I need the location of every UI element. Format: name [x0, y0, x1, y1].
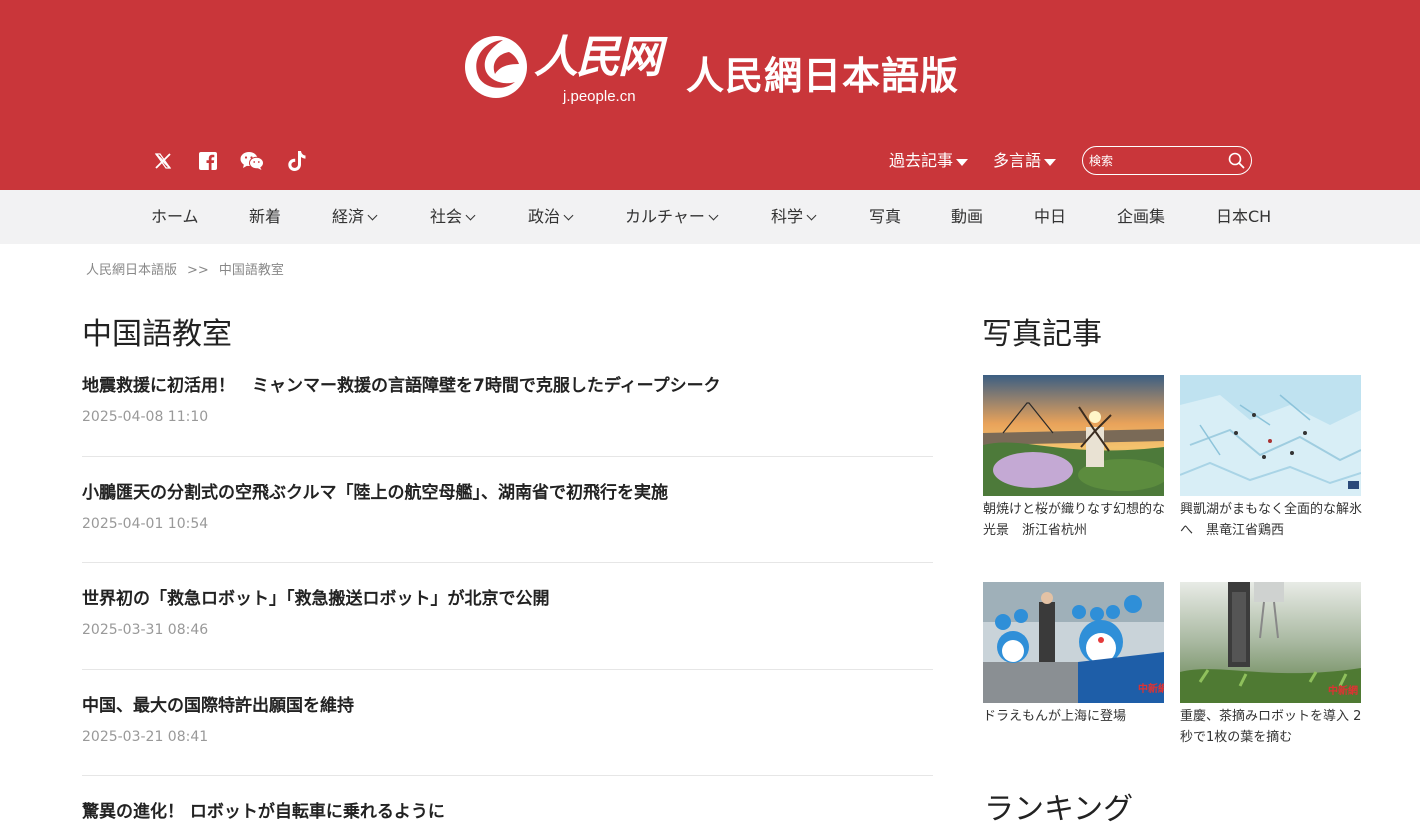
divider [82, 562, 933, 563]
chevron-down-icon [367, 210, 378, 221]
nav-item-label: 経済 [332, 207, 365, 226]
main-nav: ホーム 新着 経済 社会 政治 カルチャー 科学 写真 動画 中日 企画集 日本… [0, 190, 1420, 244]
article-title-link[interactable]: 地震救援に初活用！ ミャンマー救援の言語障壁を7時間で克服したディープシーク [82, 374, 932, 398]
photo-card[interactable]: 朝焼けと桜が織りなす幻想的な光景 浙江省杭州 [983, 375, 1165, 541]
nav-item-label: 中日 [1034, 207, 1067, 226]
nav-item-label: 社会 [430, 207, 463, 226]
photo-section-title: 写真記事 [982, 317, 1102, 352]
search-box [1082, 146, 1252, 175]
logo-wordmark[interactable]: 人民网 [534, 30, 662, 86]
article-item: 中国、最大の国際特許出願国を維持 2025-03-21 08:41 [82, 694, 932, 747]
x-icon[interactable] [151, 149, 175, 173]
chevron-down-icon [806, 210, 817, 221]
photo-thumbnail[interactable]: 中新網 [1180, 582, 1361, 703]
nav-item-label: 科学 [771, 207, 804, 226]
article-date: 2025-03-31 08:46 [82, 622, 209, 638]
nav-item-label: 動画 [951, 207, 984, 226]
photo-caption[interactable]: ドラえもんが上海に登場 [983, 706, 1165, 727]
article-item: 地震救援に初活用！ ミャンマー救援の言語障壁を7時間で克服したディープシーク 2… [82, 374, 932, 427]
people-daily-emblem-icon[interactable] [463, 34, 529, 100]
photo-thumbnail[interactable]: 中新網 [983, 582, 1164, 703]
search-icon[interactable] [1228, 152, 1245, 169]
nav-item-science[interactable]: 科学 [771, 190, 817, 244]
nav-item-japan-ch[interactable]: 日本CH [1216, 190, 1271, 244]
photo-caption[interactable]: 朝焼けと桜が織りなす幻想的な光景 浙江省杭州 [983, 499, 1165, 541]
article-title-link[interactable]: 驚異の進化！ ロボットが自転車に乗れるように [82, 800, 932, 822]
photo-caption[interactable]: 重慶、茶摘みロボットを導入 2秒で1枚の葉を摘む [1180, 706, 1362, 748]
divider [82, 669, 933, 670]
caret-down-icon [1044, 158, 1057, 166]
nav-item-label: 新着 [249, 207, 282, 226]
archive-menu[interactable]: 過去記事 [889, 150, 969, 172]
breadcrumb-home-link[interactable]: 人民網日本語版 [86, 263, 177, 278]
nav-item-society[interactable]: 社会 [430, 190, 476, 244]
nav-item-label: 政治 [528, 207, 561, 226]
article-date: 2025-04-01 10:54 [82, 516, 209, 532]
archive-menu-label: 過去記事 [889, 151, 954, 170]
article-date: 2025-03-21 08:41 [82, 729, 209, 745]
divider [82, 456, 933, 457]
article-item: 世界初の「救急ロボット」「救急搬送ロボット」が北京で公開 2025-03-31 … [82, 587, 932, 640]
nav-item-home[interactable]: ホーム [151, 190, 199, 244]
photo-thumbnail[interactable] [1180, 375, 1361, 496]
nav-item-label: 写真 [869, 207, 902, 226]
article-item: 小鵬匯天の分割式の空飛ぶクルマ「陸上の航空母艦」、湖南省で初飛行を実施 2025… [82, 481, 932, 534]
photo-thumbnail[interactable] [983, 375, 1164, 496]
logo-url: j.people.cn [563, 88, 636, 105]
photo-caption[interactable]: 興凱湖がまもなく全面的な解氷へ 黒竜江省鶏西 [1180, 499, 1362, 541]
chevron-down-icon [465, 210, 476, 221]
divider [82, 775, 933, 776]
caret-down-icon [956, 158, 969, 166]
language-menu-label: 多言語 [993, 151, 1042, 170]
article-item: 驚異の進化！ ロボットが自転車に乗れるように [82, 800, 932, 822]
language-menu[interactable]: 多言語 [993, 150, 1057, 172]
photo-card[interactable]: 中新網 ドラえもんが上海に登場 [983, 582, 1165, 727]
nav-item-photo[interactable]: 写真 [869, 190, 901, 244]
nav-item-china-japan[interactable]: 中日 [1034, 190, 1066, 244]
nav-item-label: 企画集 [1117, 207, 1166, 226]
photo-card[interactable]: 興凱湖がまもなく全面的な解氷へ 黒竜江省鶏西 [1180, 375, 1362, 541]
breadcrumb: 人民網日本語版 >> 中国語教室 [86, 262, 294, 280]
article-title-link[interactable]: 小鵬匯天の分割式の空飛ぶクルマ「陸上の航空母艦」、湖南省で初飛行を実施 [82, 481, 932, 505]
page-title: 中国語教室 [82, 317, 232, 352]
svg-text:中新網: 中新網 [1328, 684, 1358, 697]
svg-text:中新網: 中新網 [1138, 682, 1164, 695]
nav-item-features[interactable]: 企画集 [1117, 190, 1165, 244]
nav-item-culture[interactable]: カルチャー [625, 190, 719, 244]
facebook-icon[interactable] [196, 149, 220, 173]
ranking-section-title: ランキング [984, 792, 1134, 822]
photo-card[interactable]: 中新網 重慶、茶摘みロボットを導入 2秒で1枚の葉を摘む [1180, 582, 1362, 748]
wechat-icon[interactable] [240, 149, 264, 173]
nav-item-economy[interactable]: 経済 [332, 190, 378, 244]
search-input[interactable] [1089, 150, 1219, 171]
breadcrumb-separator: >> [187, 263, 209, 278]
nav-item-video[interactable]: 動画 [951, 190, 983, 244]
article-date: 2025-04-08 11:10 [82, 409, 209, 425]
nav-item-label: 日本CH [1216, 207, 1272, 226]
tiktok-icon[interactable] [285, 149, 309, 173]
nav-item-label: カルチャー [625, 207, 705, 226]
nav-item-politics[interactable]: 政治 [528, 190, 574, 244]
site-title[interactable]: 人民網日本語版 [686, 53, 959, 99]
site-header: 人民网 j.people.cn 人民網日本語版 過去記事 多言語 [0, 0, 1420, 190]
chevron-down-icon [563, 210, 574, 221]
breadcrumb-current-link[interactable]: 中国語教室 [219, 263, 284, 278]
nav-item-label: ホーム [151, 207, 199, 226]
chevron-down-icon [708, 210, 719, 221]
article-title-link[interactable]: 中国、最大の国際特許出願国を維持 [82, 694, 932, 718]
nav-item-latest[interactable]: 新着 [249, 190, 281, 244]
article-title-link[interactable]: 世界初の「救急ロボット」「救急搬送ロボット」が北京で公開 [82, 587, 932, 611]
